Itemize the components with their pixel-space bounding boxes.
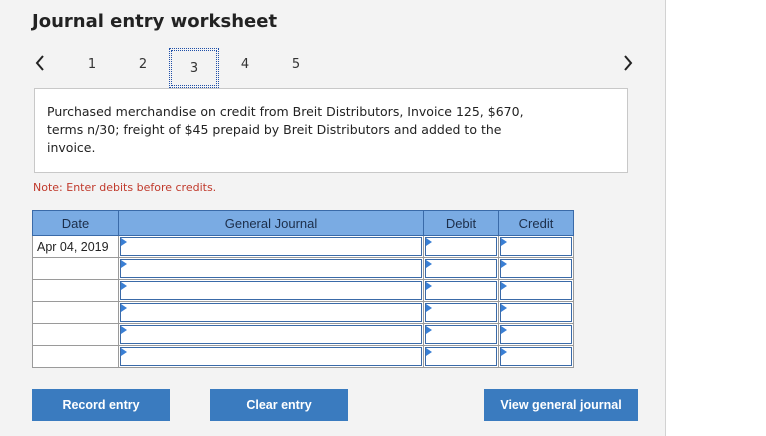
instruction-note: Note: Enter debits before credits.: [33, 181, 217, 194]
pager: 1 2 3 4 5: [28, 48, 648, 88]
credit-cell[interactable]: [498, 279, 574, 302]
worksheet-panel: Journal entry worksheet 1 2 3 4 5 Purcha…: [0, 0, 666, 436]
debit-input[interactable]: [425, 325, 497, 344]
account-cell[interactable]: [118, 345, 424, 368]
view-general-journal-button[interactable]: View general journal: [484, 389, 638, 421]
account-cell[interactable]: [118, 235, 424, 258]
credit-cell[interactable]: [498, 257, 574, 280]
chevron-right-icon[interactable]: [618, 50, 638, 76]
debit-cell[interactable]: [423, 235, 499, 258]
debit-cell[interactable]: [423, 345, 499, 368]
chevron-left-icon[interactable]: [30, 50, 50, 76]
transaction-description: Purchased merchandise on credit from Bre…: [34, 88, 628, 173]
table-row: [32, 345, 574, 368]
credit-input[interactable]: [500, 325, 572, 344]
page-2[interactable]: 2: [131, 52, 155, 76]
debit-cell[interactable]: [423, 323, 499, 346]
account-input[interactable]: [120, 259, 422, 278]
account-cell[interactable]: [118, 301, 424, 324]
date-cell: Apr 04, 2019: [32, 235, 119, 258]
page-4[interactable]: 4: [233, 52, 257, 76]
credit-input[interactable]: [500, 281, 572, 300]
table-row: [32, 323, 574, 346]
table-row: [32, 301, 574, 324]
debit-cell[interactable]: [423, 257, 499, 280]
credit-input[interactable]: [500, 347, 572, 366]
account-input[interactable]: [120, 237, 422, 256]
debit-input[interactable]: [425, 237, 497, 256]
account-cell[interactable]: [118, 323, 424, 346]
debit-input[interactable]: [425, 347, 497, 366]
credit-cell[interactable]: [498, 323, 574, 346]
header-debit: Debit: [423, 210, 499, 236]
clear-entry-button[interactable]: Clear entry: [210, 389, 348, 421]
table-row: Apr 04, 2019: [32, 235, 574, 258]
header-general-journal: General Journal: [118, 210, 424, 236]
table-row: [32, 257, 574, 280]
date-cell: [32, 279, 119, 302]
account-input[interactable]: [120, 325, 422, 344]
account-input[interactable]: [120, 281, 422, 300]
table-header-row: Date General Journal Debit Credit: [32, 210, 574, 236]
credit-cell[interactable]: [498, 345, 574, 368]
date-cell: [32, 323, 119, 346]
debit-cell[interactable]: [423, 279, 499, 302]
date-cell: [32, 257, 119, 280]
header-credit: Credit: [498, 210, 574, 236]
page-5[interactable]: 5: [284, 52, 308, 76]
account-input[interactable]: [120, 303, 422, 322]
page-title: Journal entry worksheet: [32, 11, 278, 32]
credit-input[interactable]: [500, 259, 572, 278]
credit-cell[interactable]: [498, 301, 574, 324]
page-1[interactable]: 1: [80, 52, 104, 76]
credit-input[interactable]: [500, 237, 572, 256]
header-date: Date: [32, 210, 119, 236]
debit-input[interactable]: [425, 303, 497, 322]
debit-input[interactable]: [425, 259, 497, 278]
account-cell[interactable]: [118, 279, 424, 302]
account-cell[interactable]: [118, 257, 424, 280]
date-cell: [32, 345, 119, 368]
credit-input[interactable]: [500, 303, 572, 322]
credit-cell[interactable]: [498, 235, 574, 258]
page-3-active[interactable]: 3: [169, 48, 219, 88]
date-cell: [32, 301, 119, 324]
debit-cell[interactable]: [423, 301, 499, 324]
debit-input[interactable]: [425, 281, 497, 300]
account-input[interactable]: [120, 347, 422, 366]
journal-table: Date General Journal Debit Credit Apr 04…: [32, 210, 574, 368]
table-row: [32, 279, 574, 302]
record-entry-button[interactable]: Record entry: [32, 389, 170, 421]
